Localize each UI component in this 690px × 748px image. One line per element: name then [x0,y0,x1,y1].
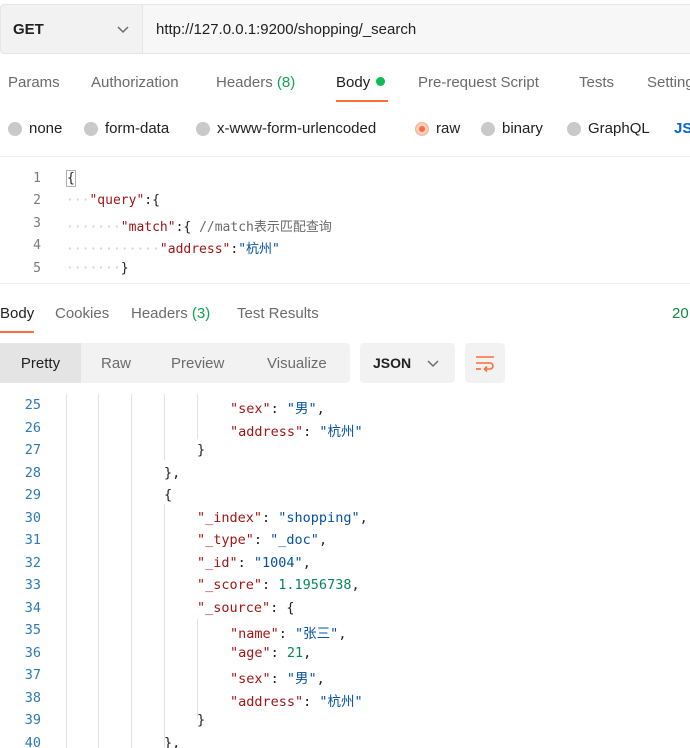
response-tab-body[interactable]: Body [0,305,34,322]
wrap-lines-button[interactable] [465,343,505,383]
json-line-text: { [164,487,173,503]
json-line-text: "age": 21, [230,644,312,661]
radio-binary[interactable]: binary [481,120,543,137]
json-line-text: "_source": { [197,599,295,616]
response-body-viewer[interactable]: 25 "sex": "男", 26 "address": "杭州" 27 } 2… [0,394,690,748]
response-tabs: Body Cookies Headers (3) Test Results 20 [0,295,690,335]
tab-body[interactable]: Body [336,74,386,91]
view-mode-segmented: Pretty Raw Preview Visualize [0,343,350,383]
radio-x-www-form-urlencoded[interactable]: x-www-form-urlencoded [196,120,376,137]
chevron-down-icon [427,360,439,368]
code-line: 34 "_source": { [24,599,295,616]
radio-raw[interactable]: raw [415,120,460,137]
response-tab-headers[interactable]: Headers (3) [131,305,210,322]
json-line-text: "_id": "1004", [197,554,311,571]
json-line-text: } [197,712,206,728]
code-line: 1 { [33,170,76,187]
radio-graphql[interactable]: GraphQL [567,120,650,137]
code-line: 40 }, [0,732,690,748]
request-body-editor[interactable]: 1 { 2 ···"query":{ 3 ·······"match":{ //… [0,156,690,284]
request-url-bar: GET http://127.0.0.1:9200/shopping/_sear… [0,4,690,54]
response-status: 20 [672,305,689,322]
json-line-text: "sex": "男", [230,401,325,417]
view-raw[interactable]: Raw [101,343,131,383]
wrap-lines-icon [476,356,494,372]
view-visualize[interactable]: Visualize [267,343,327,383]
radio-circle [8,121,22,136]
tab-authorization[interactable]: Authorization [91,74,179,91]
body-active-dot [376,77,386,86]
chevron-down-icon [117,26,129,34]
request-tabs: Params Authorization Headers (8) Body Pr… [0,64,690,104]
code-line: 4 ············"address":"杭州" [33,238,280,257]
method-label: GET [13,20,44,38]
radio-circle [481,121,495,136]
code-line: 27 } [24,442,206,458]
json-line-text: "_index": "shopping", [197,509,368,526]
tab-pre-request-script[interactable]: Pre-request Script [418,74,539,91]
code-line: 37 "sex": "男", [24,667,325,687]
view-pretty[interactable]: Pretty [0,343,81,383]
tab-headers[interactable]: Headers (8) [216,74,295,91]
response-toolbar: Pretty Raw Preview Visualize JSON [0,343,690,383]
code-line: 5 ·······} [33,261,129,276]
response-headers-count: (3) [191,305,211,322]
code-line: 32 "_id": "1004", [24,554,311,571]
code-line: 29 { [24,487,173,503]
json-line-text: "name": "张三", [230,626,347,642]
code-line: 26 "address": "杭州" [24,419,363,440]
raw-format-select[interactable]: JSON [674,120,690,137]
code-line: 36 "age": 21, [24,644,312,661]
code-line: 35 "name": "张三", [24,622,347,642]
code-line: 3 ·······"match":{ //match表示匹配查询 [33,216,332,235]
radio-none[interactable]: none [8,120,62,137]
code-line: 30 "_index": "shopping", [24,509,368,526]
tab-settings[interactable]: Settings [647,74,690,91]
json-line-text: "_score": 1.1956738, [197,577,360,593]
headers-count: (8) [276,74,296,91]
code-line: 28 }, [24,464,181,481]
tab-params[interactable]: Params [8,74,60,91]
response-format-select[interactable]: JSON [360,343,455,383]
body-type-radios: none form-data x-www-form-urlencoded raw… [0,114,690,146]
url-text: http://127.0.0.1:9200/shopping/_search [156,20,417,38]
radio-form-data[interactable]: form-data [84,120,169,137]
radio-circle [84,121,98,136]
code-line: 39 } [24,712,206,728]
code-line: 2 ···"query":{ [33,193,160,208]
method-select[interactable]: GET [0,4,143,54]
code-line: 31 "_type": "_doc", [24,532,328,548]
code-line: 38 "address": "杭州" [24,689,363,710]
radio-circle [567,121,581,136]
response-tab-cookies[interactable]: Cookies [55,305,109,322]
tab-tests[interactable]: Tests [579,74,614,91]
radio-circle [196,121,210,136]
json-line-text: "address": "杭州" [230,423,363,440]
radio-circle-selected [415,121,429,136]
response-format-label: JSON [373,355,412,371]
url-input[interactable]: http://127.0.0.1:9200/shopping/_search [143,4,690,54]
json-line-text: } [197,442,206,458]
json-line-text: }, [164,464,181,481]
json-line-text: "_type": "_doc", [197,532,328,548]
view-preview[interactable]: Preview [171,343,224,383]
json-line-text: "address": "杭州" [230,693,363,710]
response-active-underline [0,331,34,333]
json-line-text: }, [164,734,181,748]
json-line-text: "sex": "男", [230,671,325,687]
code-line: 25 "sex": "男", [24,397,325,417]
response-tab-test-results[interactable]: Test Results [237,305,319,322]
active-tab-underline [336,100,388,102]
code-line: 33 "_score": 1.1956738, [24,577,360,593]
